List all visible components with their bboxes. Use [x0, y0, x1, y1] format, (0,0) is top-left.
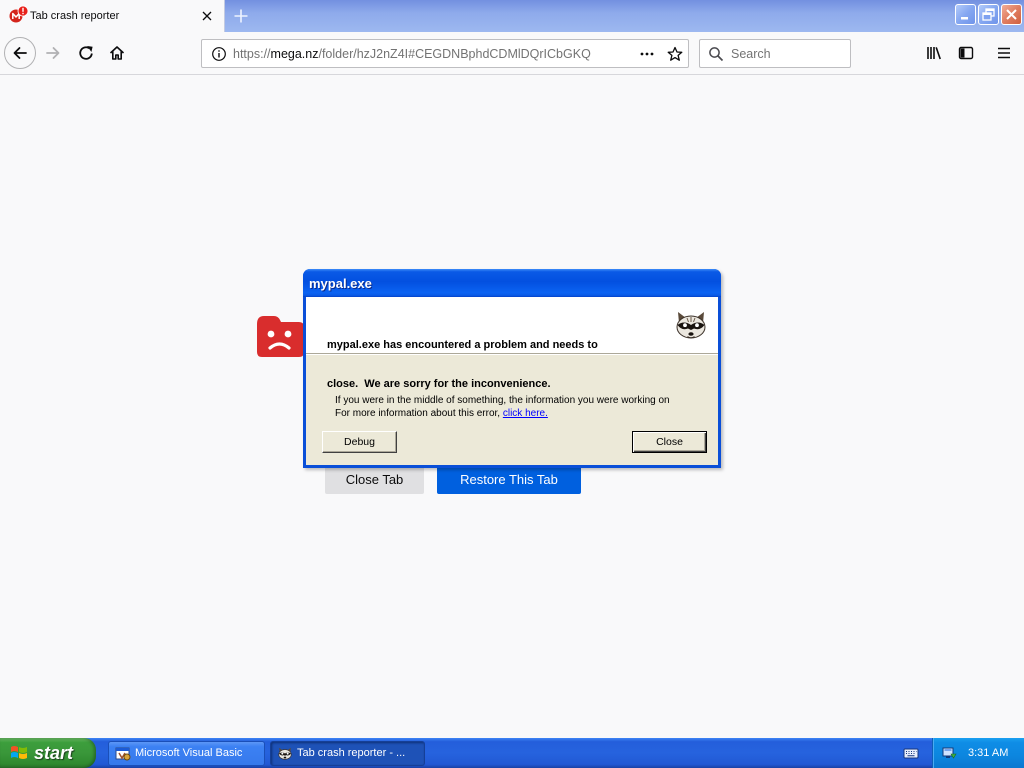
- restore-button[interactable]: [978, 4, 999, 25]
- url-bar[interactable]: https://mega.nz/folder/hzJ2nZ4I#CEGDNBph…: [201, 39, 689, 68]
- navigation-toolbar: https://mega.nz/folder/hzJ2nZ4I#CEGDNBph…: [0, 32, 1024, 75]
- search-placeholder: Search: [731, 47, 771, 61]
- close-icon: [1006, 9, 1017, 20]
- system-tray: 3:31 AM: [932, 738, 1024, 768]
- reload-icon[interactable]: [78, 45, 94, 61]
- new-tab-plus-icon[interactable]: [233, 8, 249, 24]
- dialog-title-bar[interactable]: mypal.exe: [303, 269, 721, 297]
- start-button[interactable]: start: [0, 738, 96, 768]
- tab-title: Tab crash reporter: [30, 10, 120, 22]
- library-icon[interactable]: [926, 45, 942, 61]
- taskbar-clock[interactable]: 3:31 AM: [968, 747, 1008, 760]
- tab-strip: Tab crash reporter: [0, 0, 1024, 32]
- back-arrow-icon: [13, 47, 27, 59]
- window-close-button[interactable]: [1001, 4, 1022, 25]
- dialog-header-line: mypal.exe has encountered a problem and …: [327, 339, 598, 351]
- tab-close-icon[interactable]: [200, 9, 214, 23]
- dialog-title: mypal.exe: [309, 276, 372, 291]
- dialog-header: mypal.exe has encountered a problem and …: [306, 297, 718, 390]
- search-icon: [708, 46, 724, 62]
- close-tab-button[interactable]: Close Tab: [325, 465, 424, 494]
- dialog-client-area: mypal.exe has encountered a problem and …: [306, 297, 718, 465]
- minimize-button[interactable]: [955, 4, 976, 25]
- dialog-separator: [306, 353, 718, 355]
- search-input[interactable]: Search: [699, 39, 851, 68]
- taskbar-button-visual-basic[interactable]: Microsoft Visual Basic: [108, 741, 265, 766]
- more-info-link[interactable]: click here.: [503, 408, 548, 419]
- star-icon[interactable]: [667, 46, 683, 62]
- hamburger-menu-icon[interactable]: [996, 45, 1012, 61]
- mypal-raccoon-icon: [277, 746, 293, 762]
- url-scheme: https://: [233, 47, 271, 61]
- dialog-more-info: For more information about this error, c…: [335, 407, 548, 420]
- taskbar-button-label: Microsoft Visual Basic: [135, 747, 243, 759]
- tab-crash-reporter[interactable]: Tab crash reporter: [0, 0, 225, 32]
- taskbar: start Microsoft Visual Basic Tab crash r…: [0, 738, 1024, 768]
- tray-status-icon[interactable]: [941, 745, 957, 761]
- page-actions-ellipsis-icon[interactable]: [639, 46, 655, 62]
- taskbar-button-label: Tab crash reporter - ...: [297, 747, 406, 759]
- mypal-crash-favicon-icon: [8, 5, 30, 25]
- raccoon-icon: [673, 309, 709, 343]
- restore-icon: [982, 8, 995, 21]
- dialog-close-button[interactable]: Close: [632, 431, 707, 453]
- url-path: /folder/hzJ2nZ4I#CEGDNBphdCDMlDQrICbGKQ: [318, 47, 591, 61]
- more-info-text: For more information about this error,: [335, 408, 503, 419]
- dialog-body-line: If you were in the middle of something, …: [335, 395, 670, 406]
- start-label: start: [34, 743, 74, 763]
- minimize-icon: [961, 17, 968, 20]
- visual-basic-icon: [115, 746, 131, 762]
- keyboard-icon[interactable]: [903, 745, 919, 761]
- taskbar-button-tab-crash-reporter[interactable]: Tab crash reporter - ...: [270, 741, 425, 766]
- debug-button[interactable]: Debug: [322, 431, 397, 453]
- url-host: mega.nz: [270, 47, 319, 61]
- sad-tab-icon: [255, 315, 305, 358]
- url-text[interactable]: https://mega.nz/folder/hzJ2nZ4I#CEGDNBph…: [233, 46, 591, 62]
- error-dialog: mypal.exe mypal.exe has encountered a pr…: [303, 269, 721, 468]
- home-icon[interactable]: [109, 45, 125, 61]
- back-button[interactable]: [4, 37, 36, 69]
- info-icon[interactable]: [211, 46, 227, 62]
- sidebar-icon[interactable]: [958, 45, 974, 61]
- forward-arrow-icon[interactable]: [45, 45, 61, 61]
- restore-tab-button[interactable]: Restore This Tab: [437, 465, 581, 494]
- windows-flag-icon: [9, 743, 29, 763]
